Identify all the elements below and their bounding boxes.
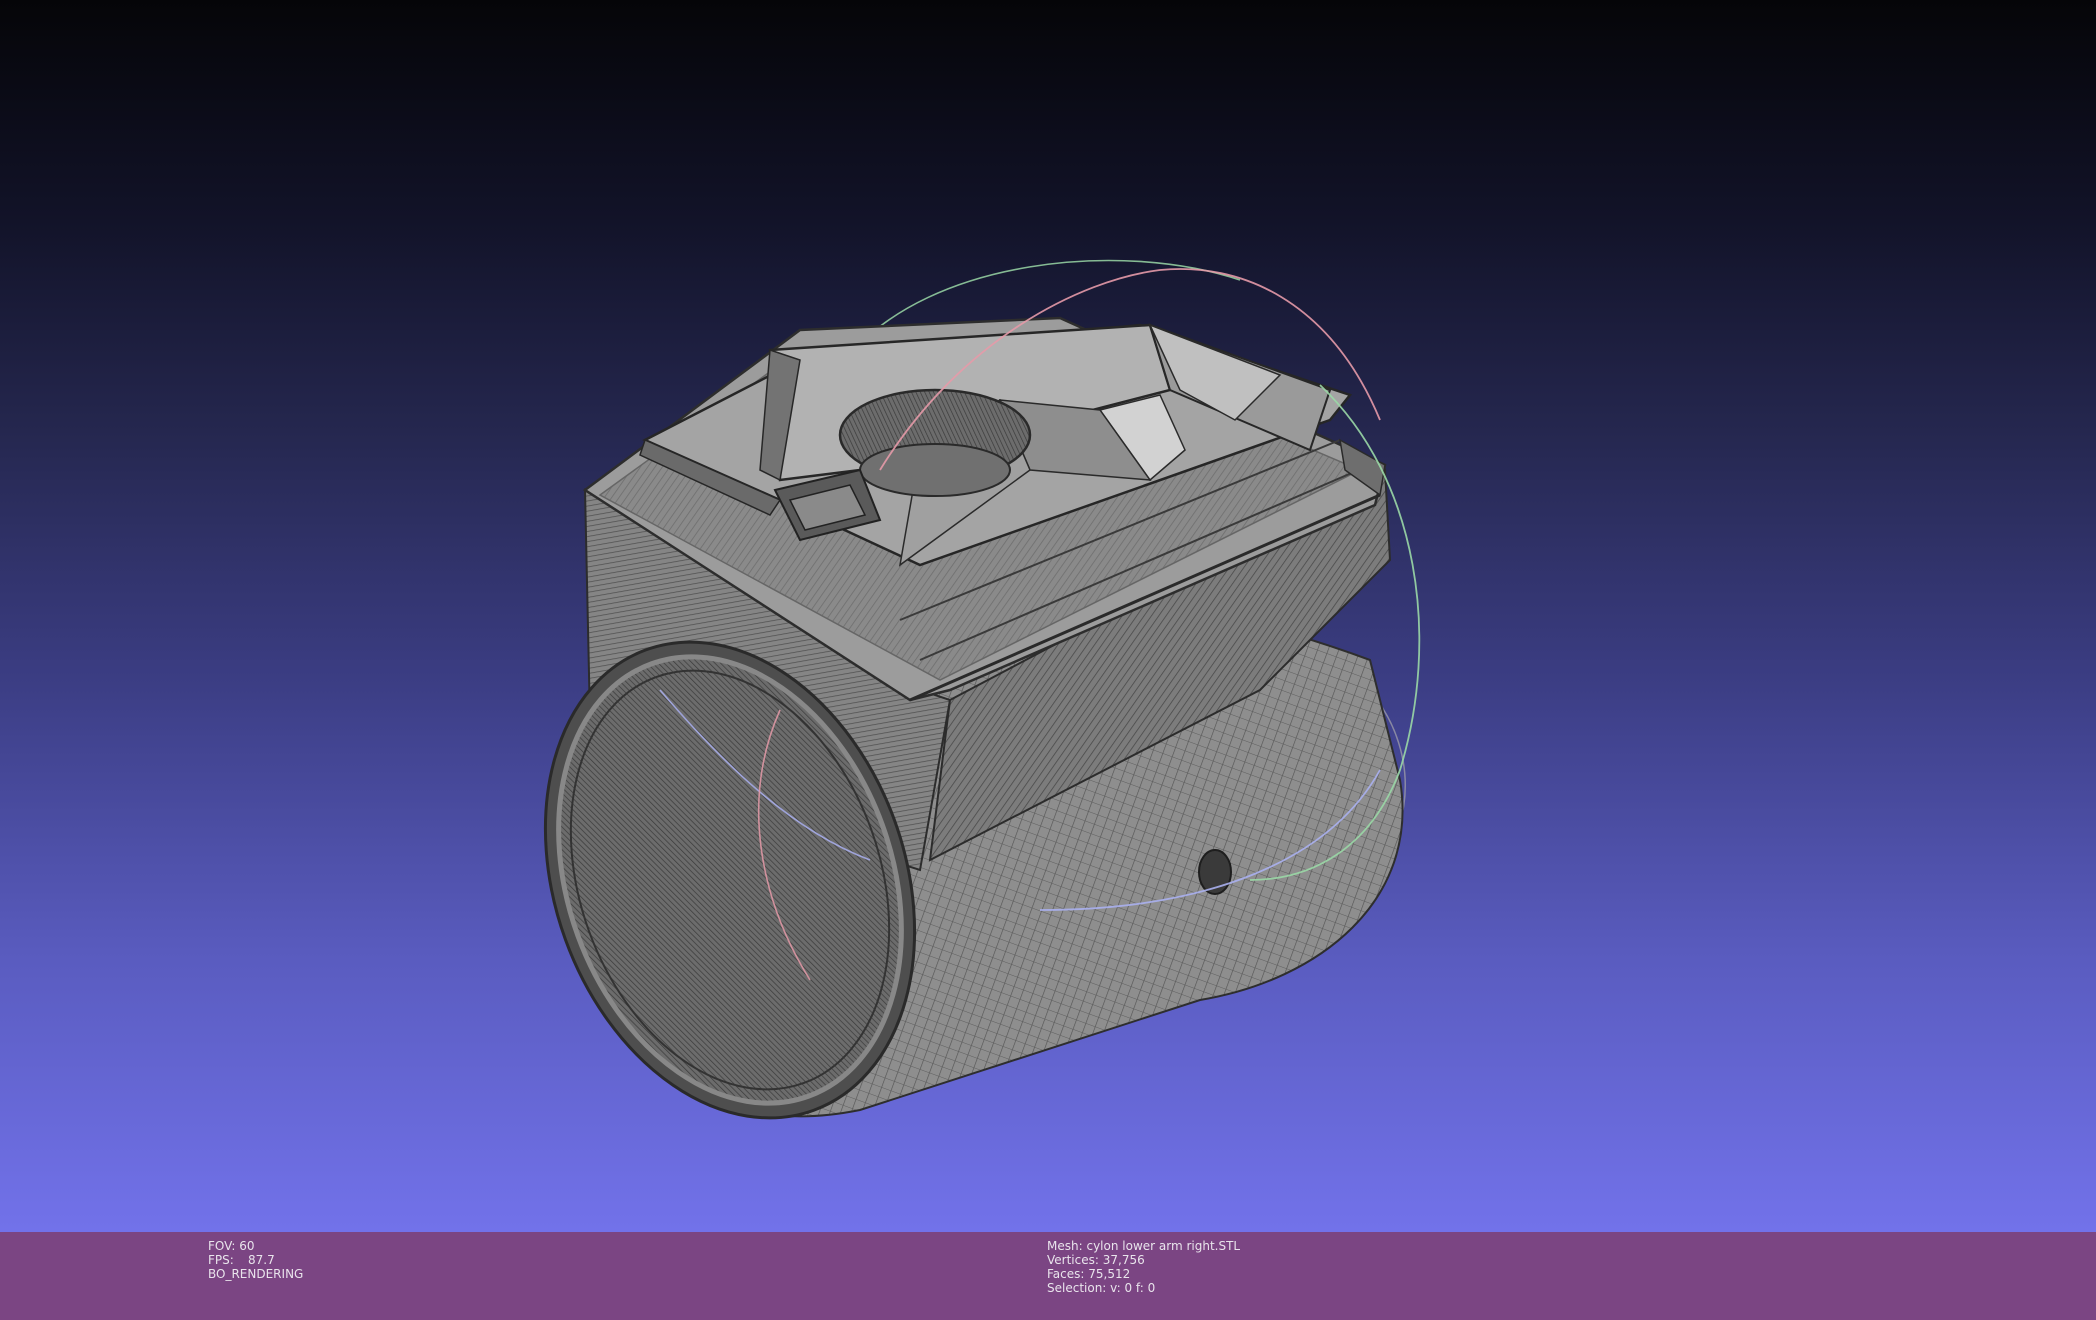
fps-readout: FPS: 87.7 [208, 1253, 303, 1267]
mesh-label: Mesh: [1047, 1239, 1083, 1253]
fps-value: 87.7 [248, 1253, 275, 1267]
vertices-value: 37,756 [1102, 1253, 1145, 1267]
selection-value: v: 0 f: 0 [1110, 1281, 1156, 1295]
vertices-readout: Vertices: 37,756 [1047, 1253, 1240, 1267]
faces-label: Faces: [1047, 1267, 1085, 1281]
fov-value: 60 [239, 1239, 255, 1253]
selection-readout: Selection: v: 0 f: 0 [1047, 1281, 1240, 1295]
mesh-render[interactable] [0, 0, 2096, 1232]
mesh-info-panel: Mesh: cylon lower arm right.STL Vertices… [1047, 1239, 1240, 1295]
render-mode: BO_RENDERING [208, 1267, 304, 1281]
fov-label: FOV: [208, 1239, 236, 1253]
mesh-name-readout: Mesh: cylon lower arm right.STL [1047, 1239, 1240, 1253]
faces-value: 75,512 [1088, 1267, 1131, 1281]
fov-readout: FOV: 60 [208, 1239, 303, 1253]
faces-readout: Faces: 75,512 [1047, 1267, 1240, 1281]
selection-label: Selection: [1047, 1281, 1107, 1295]
render-info-panel: FOV: 60 FPS: 87.7 BO_RENDERING [208, 1239, 303, 1281]
status-bar: FOV: 60 FPS: 87.7 BO_RENDERING Mesh: cylo… [0, 1232, 2096, 1320]
3d-viewport[interactable] [0, 0, 2096, 1232]
fps-label: FPS: [208, 1253, 234, 1267]
mesh-name: cylon lower arm right.STL [1086, 1239, 1241, 1253]
vertices-label: Vertices: [1047, 1253, 1099, 1267]
